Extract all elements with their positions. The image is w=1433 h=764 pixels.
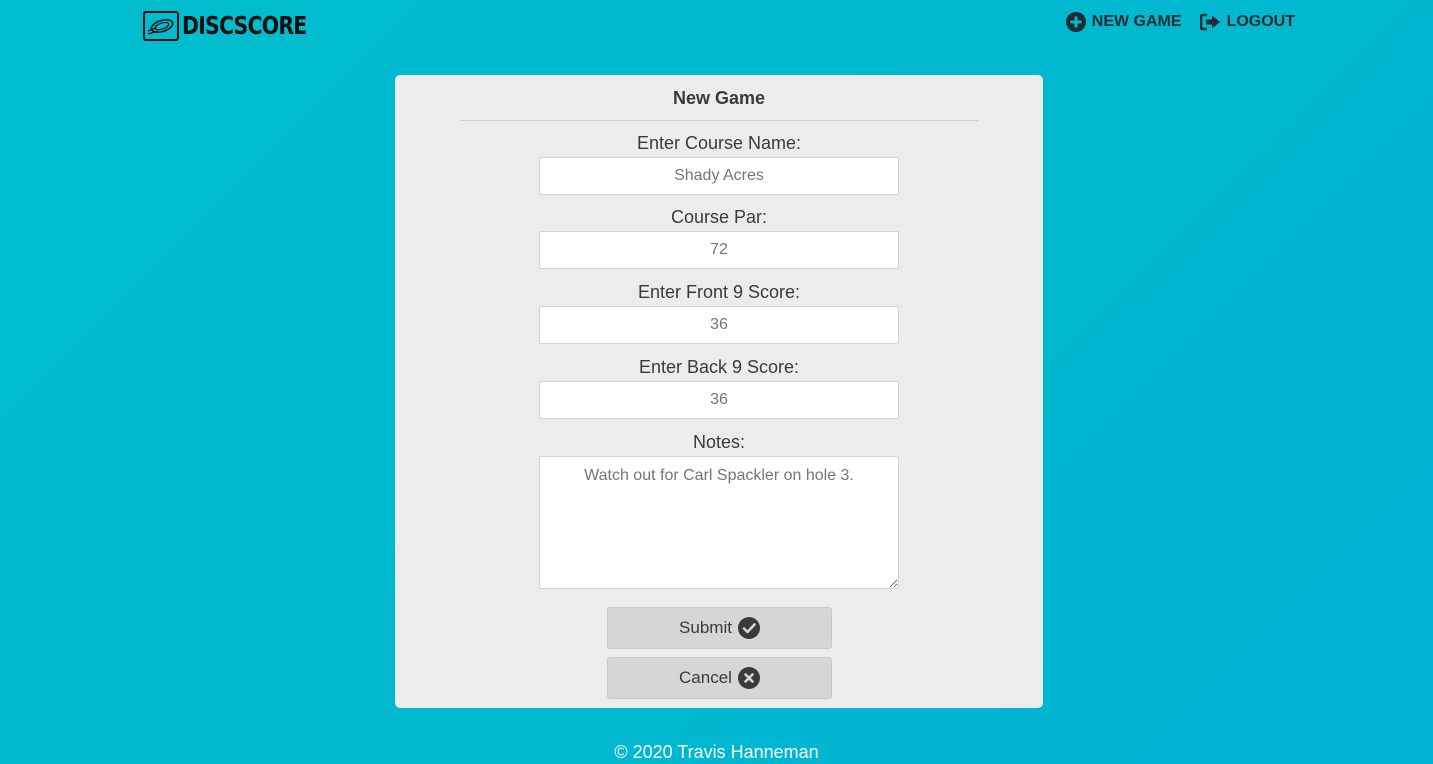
course-par-input[interactable] bbox=[539, 231, 899, 269]
navbar: DISCSCORE NEW GAME LOGOUT bbox=[0, 0, 1433, 50]
brand-name: DISCSCORE bbox=[182, 11, 307, 40]
submit-button[interactable]: Submit bbox=[607, 607, 832, 649]
course-name-label: Enter Course Name: bbox=[636, 133, 802, 153]
footer-copyright: © 2020 Travis Hanneman bbox=[614, 742, 819, 762]
new-game-link[interactable]: NEW GAME bbox=[1065, 12, 1182, 32]
notes-label: Notes: bbox=[692, 432, 746, 452]
brand-logo[interactable]: DISCSCORE bbox=[143, 9, 334, 42]
disc-icon bbox=[143, 10, 179, 41]
course-name-input[interactable] bbox=[539, 157, 899, 195]
title-divider bbox=[460, 120, 978, 121]
cancel-label: Cancel bbox=[679, 668, 732, 687]
front-nine-label: Enter Front 9 Score: bbox=[637, 282, 801, 302]
cancel-button[interactable]: Cancel bbox=[607, 657, 832, 699]
back-nine-score-input[interactable] bbox=[539, 381, 899, 419]
logout-label: LOGOUT bbox=[1226, 13, 1295, 30]
form-title: New Game bbox=[672, 88, 766, 108]
back-nine-label: Enter Back 9 Score: bbox=[638, 357, 800, 377]
times-circle-icon bbox=[737, 667, 760, 689]
front-nine-score-input[interactable] bbox=[539, 306, 899, 344]
check-circle-icon bbox=[737, 617, 760, 639]
sign-out-icon bbox=[1199, 13, 1221, 31]
plus-circle-icon bbox=[1065, 12, 1086, 32]
new-game-label: NEW GAME bbox=[1091, 13, 1182, 30]
notes-textarea[interactable] bbox=[539, 456, 899, 589]
submit-label: Submit bbox=[679, 618, 732, 637]
course-par-label: Course Par: bbox=[670, 207, 768, 227]
nav-links: NEW GAME LOGOUT bbox=[1065, 12, 1295, 32]
logout-link[interactable]: LOGOUT bbox=[1199, 13, 1295, 31]
